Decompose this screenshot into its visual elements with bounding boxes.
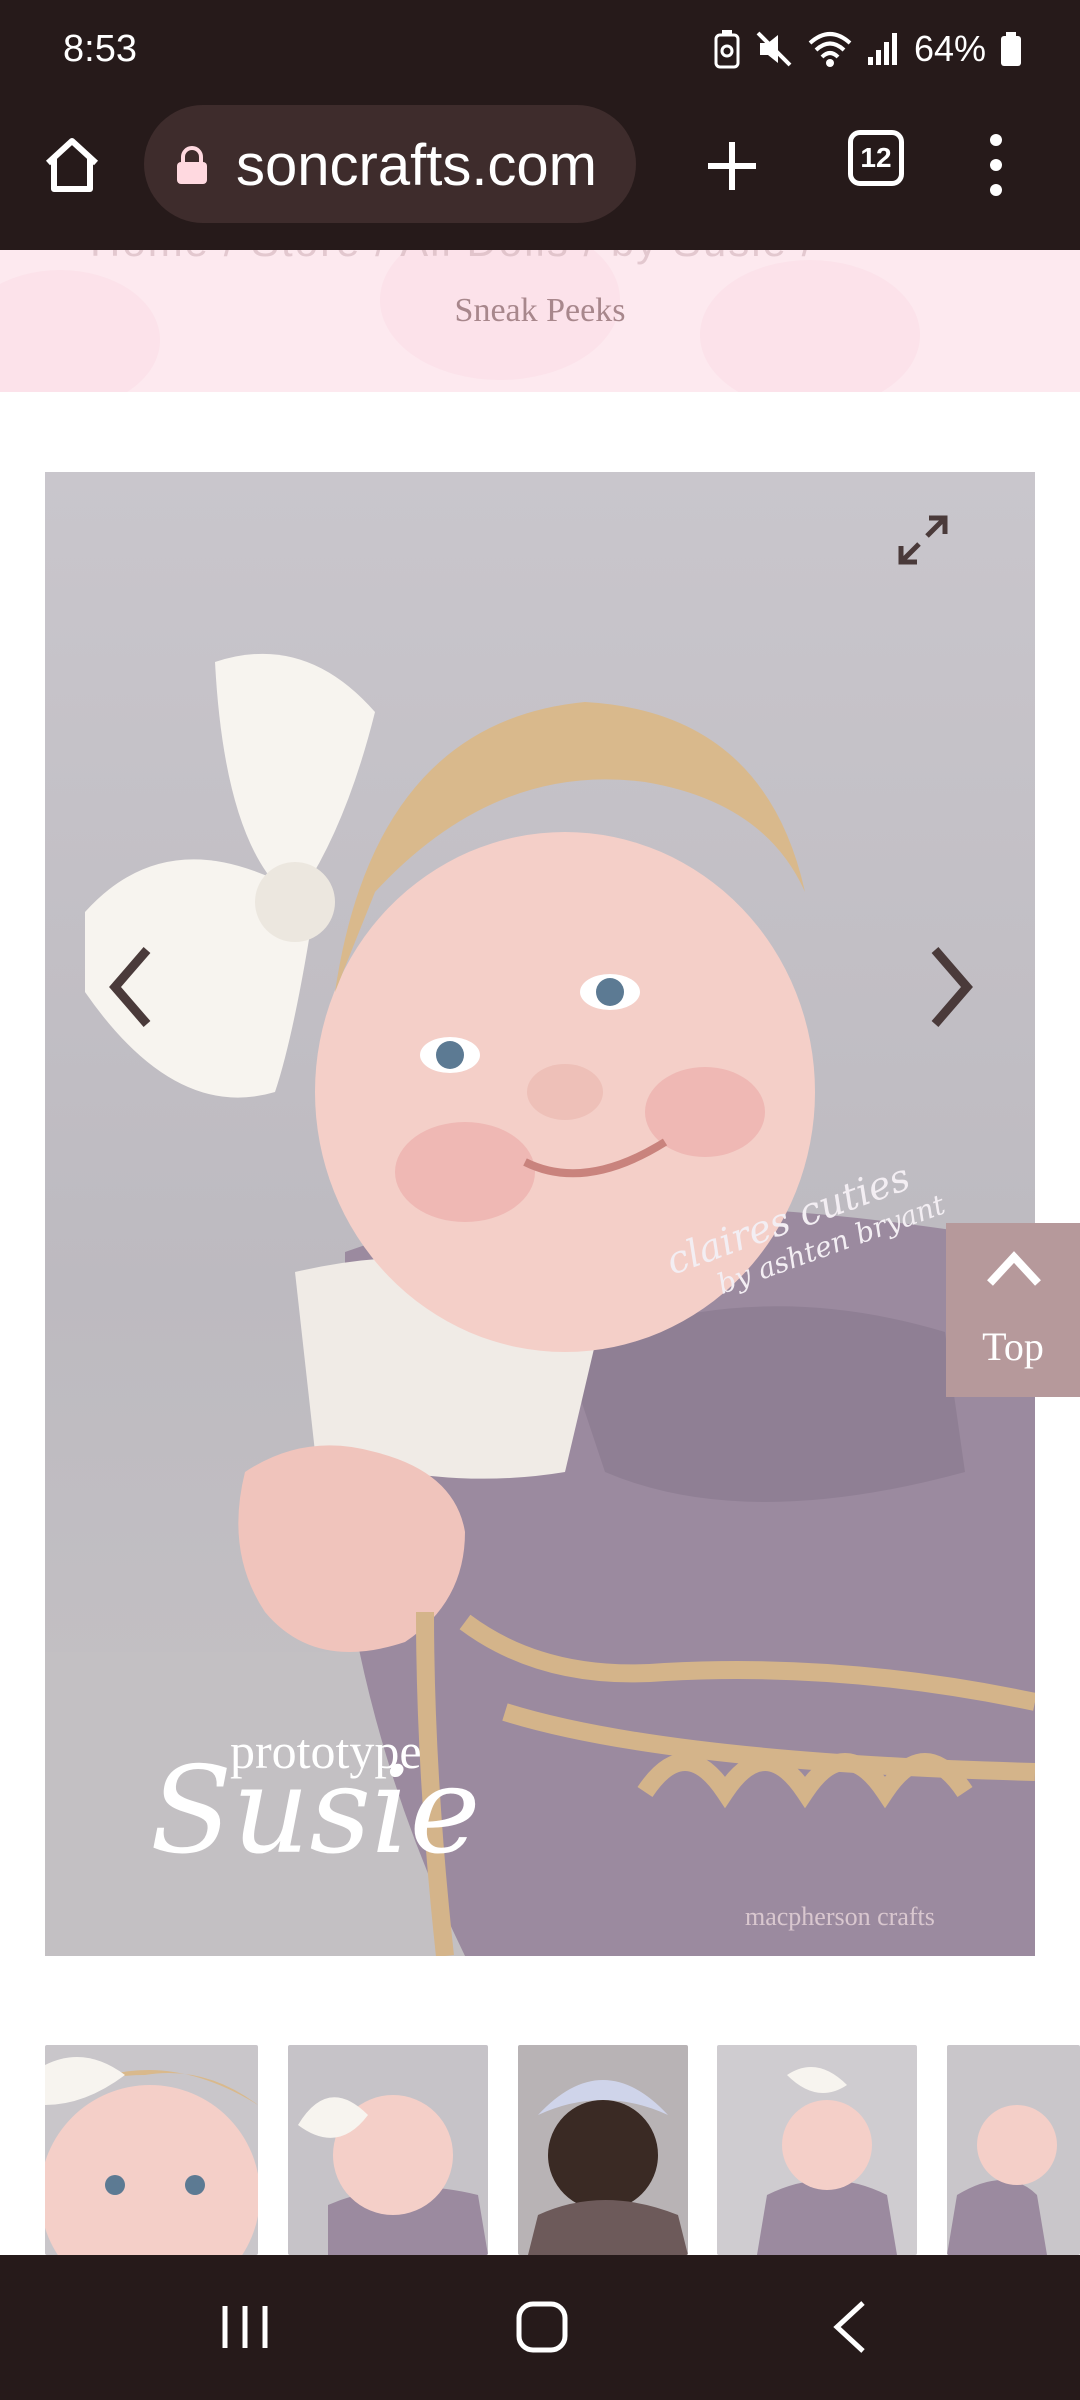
home-nav-icon[interactable] xyxy=(515,2300,569,2354)
expand-icon[interactable] xyxy=(895,512,951,568)
url-bar[interactable]: soncrafts.com xyxy=(144,105,636,223)
battery-icon xyxy=(1001,32,1021,66)
watermark-main: Susie xyxy=(150,1742,481,1881)
home-icon[interactable] xyxy=(40,133,104,197)
wifi-icon xyxy=(808,32,852,67)
thumbnail[interactable] xyxy=(947,2045,1080,2255)
status-icons: 64% xyxy=(714,24,1022,74)
chevron-up-icon xyxy=(987,1251,1041,1286)
breadcrumb-current: Sneak Peeks xyxy=(454,292,626,329)
system-nav-bar xyxy=(0,2255,1080,2400)
thumbnail[interactable] xyxy=(45,2045,258,2255)
status-time: 8:53 xyxy=(63,28,137,70)
decorative-flower xyxy=(0,270,160,392)
thumbnail[interactable] xyxy=(518,2045,688,2255)
page-content: Home / Store / All Dolls / by Susie / Sn… xyxy=(0,250,1080,2255)
breadcrumb-trail[interactable]: Home / Store / All Dolls / by Susie / xyxy=(90,250,815,266)
more-vert-icon[interactable] xyxy=(976,130,1016,200)
brand-watermark: macpherson crafts xyxy=(745,1902,935,1931)
thumbnail[interactable] xyxy=(288,2045,488,2255)
thumbnail-strip xyxy=(0,2045,1080,2255)
browser-toolbar: soncrafts.com 12 xyxy=(0,100,1080,250)
lock-icon xyxy=(177,146,207,184)
recents-icon[interactable] xyxy=(215,2302,275,2352)
plus-icon[interactable] xyxy=(700,134,764,198)
signal-icon xyxy=(867,33,897,65)
back-icon[interactable] xyxy=(825,2297,875,2357)
back-to-top-label: Top xyxy=(982,1324,1044,1369)
battery-saver-icon xyxy=(714,30,740,69)
chevron-right-icon[interactable] xyxy=(921,942,981,1032)
product-image-gallery[interactable]: claires cuties by ashten bryant prototyp… xyxy=(45,472,1035,1956)
status-bar: 8:53 64% xyxy=(0,0,1080,100)
tabs-icon[interactable]: 12 xyxy=(848,130,904,186)
tab-count: 12 xyxy=(860,142,892,173)
url-text: soncrafts.com xyxy=(236,133,597,198)
thumbnail[interactable] xyxy=(717,2045,917,2255)
back-to-top-button[interactable]: Top xyxy=(946,1223,1080,1397)
chevron-left-icon[interactable] xyxy=(101,942,161,1032)
battery-percent: 64% xyxy=(913,28,986,69)
mute-icon xyxy=(756,31,792,67)
breadcrumb: Home / Store / All Dolls / by Susie / Sn… xyxy=(0,250,1080,392)
